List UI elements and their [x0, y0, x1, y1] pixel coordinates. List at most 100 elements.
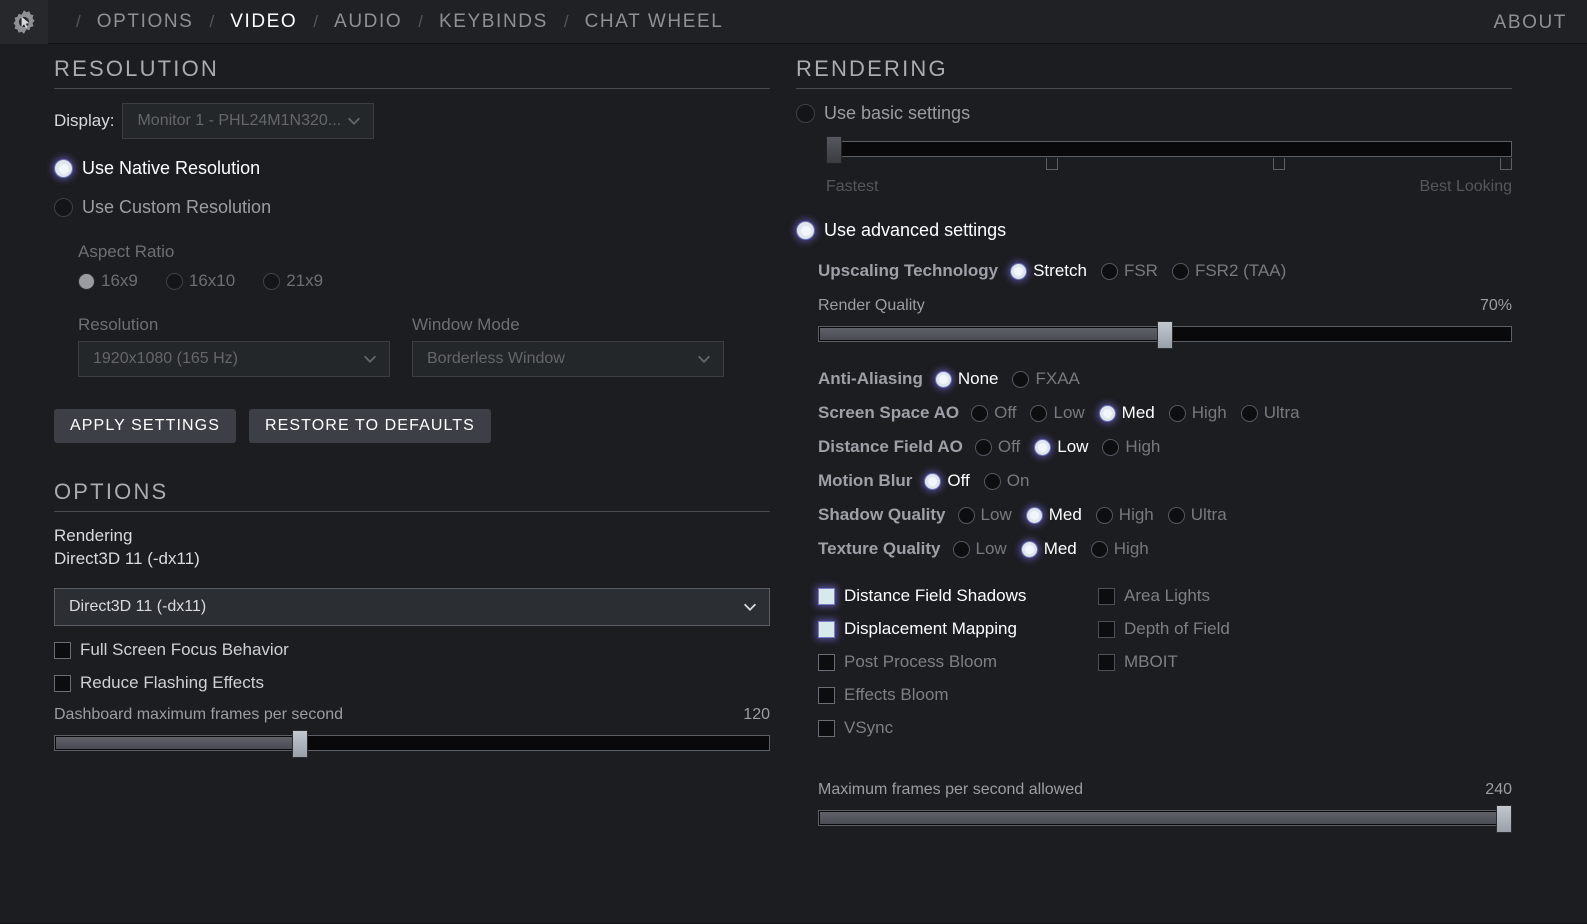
screen-space-ao-low-radio[interactable]: [1030, 404, 1048, 422]
aspect-16x9-radio[interactable]: [78, 272, 95, 290]
distance-field-ao-low-radio[interactable]: [1034, 438, 1052, 456]
upscaling-stretch-radio[interactable]: [1010, 262, 1028, 280]
use-custom-resolution-radio[interactable]: [54, 198, 73, 217]
vsync-checkbox-row[interactable]: VSync: [818, 718, 1098, 738]
motion-blur-option-on[interactable]: On: [983, 471, 1029, 491]
aspect-option-16x10[interactable]: 16x10: [165, 271, 235, 291]
upscaling-fsr-radio[interactable]: [1100, 262, 1118, 280]
upscaling-fsr2-radio[interactable]: [1171, 262, 1189, 280]
effects-bloom-checkbox-row[interactable]: Effects Bloom: [818, 685, 1098, 705]
texture-quality-option-low[interactable]: Low: [952, 539, 1007, 559]
basic-quality-slider-thumb[interactable]: [826, 136, 842, 164]
use-custom-resolution-row[interactable]: Use Custom Resolution: [54, 197, 770, 218]
reduce-flashing-effects-checkbox[interactable]: [54, 674, 71, 692]
dashboard-fps-slider[interactable]: [54, 730, 770, 758]
upscaling-option-fsr2[interactable]: FSR2 (TAA): [1171, 261, 1286, 281]
use-native-resolution-radio[interactable]: [54, 159, 73, 178]
nav-tab-video[interactable]: VIDEO: [228, 7, 299, 37]
aspect-16x10-radio[interactable]: [165, 272, 183, 290]
max-fps-slider-thumb[interactable]: [1496, 805, 1512, 833]
dashboard-fps-slider-thumb[interactable]: [292, 730, 308, 758]
shadow-quality-option-low[interactable]: Low: [957, 505, 1012, 525]
shadow-quality-option-ultra[interactable]: Ultra: [1167, 505, 1227, 525]
displacement-mapping-checkbox-row[interactable]: Displacement Mapping: [818, 619, 1098, 639]
render-quality-slider-thumb[interactable]: [1157, 321, 1173, 349]
anti-aliasing-option-none[interactable]: None: [934, 369, 998, 389]
screen-space-ao-option-med[interactable]: Med: [1098, 403, 1155, 423]
max-fps-slider[interactable]: [818, 805, 1512, 833]
mboit-checkbox[interactable]: [1098, 653, 1115, 671]
distance-field-ao-option-low[interactable]: Low: [1034, 437, 1088, 457]
shadow-quality-med-radio[interactable]: [1025, 506, 1043, 524]
use-basic-settings-row[interactable]: Use basic settings: [796, 103, 1512, 124]
post-process-bloom-checkbox[interactable]: [818, 653, 835, 671]
mboit-checkbox-row[interactable]: MBOIT: [1098, 652, 1358, 672]
screen-space-ao-option-ultra[interactable]: Ultra: [1240, 403, 1300, 423]
nav-tab-about[interactable]: ABOUT: [1494, 12, 1567, 34]
screen-space-ao-high-radio[interactable]: [1168, 404, 1186, 422]
distance-field-shadows-checkbox[interactable]: [818, 587, 835, 605]
effects-bloom-checkbox[interactable]: [818, 686, 835, 704]
nav-tab-chat-wheel[interactable]: CHAT WHEEL: [583, 7, 726, 37]
texture-quality-low-radio[interactable]: [952, 540, 970, 558]
reduce-flashing-effects-checkbox-row[interactable]: Reduce Flashing Effects: [54, 673, 770, 693]
texture-quality-high-radio[interactable]: [1090, 540, 1108, 558]
aspect-option-16x9[interactable]: 16x9: [78, 271, 138, 291]
full-screen-focus-behavior-checkbox[interactable]: [54, 641, 71, 659]
use-native-resolution-row[interactable]: Use Native Resolution: [54, 158, 770, 179]
shadow-quality-ultra-radio[interactable]: [1167, 506, 1185, 524]
area-lights-checkbox-row[interactable]: Area Lights: [1098, 586, 1358, 606]
full-screen-focus-behavior-checkbox-row[interactable]: Full Screen Focus Behavior: [54, 640, 770, 660]
settings-gear-button[interactable]: [0, 0, 48, 44]
screen-space-ao-med-radio[interactable]: [1098, 404, 1116, 422]
shadow-quality-high-radio[interactable]: [1095, 506, 1113, 524]
displacement-mapping-checkbox[interactable]: [818, 620, 835, 638]
texture-quality-option-high[interactable]: High: [1090, 539, 1149, 559]
use-advanced-settings-radio[interactable]: [796, 221, 815, 240]
nav-tab-options[interactable]: OPTIONS: [95, 7, 196, 37]
shadow-quality-option-med[interactable]: Med: [1025, 505, 1082, 525]
nav-tab-keybinds[interactable]: KEYBINDS: [437, 7, 550, 37]
rendering-api-select[interactable]: Direct3D 11 (-dx11): [54, 588, 770, 626]
anti-aliasing-none-radio[interactable]: [934, 370, 952, 388]
basic-quality-slider[interactable]: [826, 136, 1512, 170]
shadow-quality-ultra-label: Ultra: [1190, 505, 1227, 524]
screen-space-ao-off-radio[interactable]: [971, 404, 989, 422]
texture-quality-option-med[interactable]: Med: [1020, 539, 1077, 559]
screen-space-ao-ultra-radio[interactable]: [1240, 404, 1258, 422]
post-process-bloom-checkbox-row[interactable]: Post Process Bloom: [818, 652, 1098, 672]
depth-of-field-checkbox[interactable]: [1098, 620, 1115, 638]
restore-to-defaults-button[interactable]: RESTORE TO DEFAULTS: [248, 409, 491, 443]
motion-blur-off-radio[interactable]: [924, 472, 942, 490]
nav-tab-audio[interactable]: AUDIO: [332, 7, 404, 37]
apply-settings-button[interactable]: APPLY SETTINGS: [54, 409, 236, 443]
shadow-quality-option-high[interactable]: High: [1095, 505, 1154, 525]
aspect-21x9-radio[interactable]: [263, 272, 281, 290]
aspect-option-21x9[interactable]: 21x9: [263, 271, 323, 291]
distance-field-ao-option-high[interactable]: High: [1102, 437, 1160, 457]
screen-space-ao-option-high[interactable]: High: [1168, 403, 1227, 423]
distance-field-ao-option-off[interactable]: Off: [974, 437, 1020, 457]
upscaling-option-fsr[interactable]: FSR: [1100, 261, 1158, 281]
shadow-quality-low-radio[interactable]: [957, 506, 975, 524]
screen-space-ao-option-off[interactable]: Off: [971, 403, 1016, 423]
window-mode-select[interactable]: Borderless Window: [412, 341, 724, 377]
motion-blur-option-off[interactable]: Off: [924, 471, 970, 491]
use-basic-settings-radio[interactable]: [796, 104, 815, 123]
depth-of-field-checkbox-row[interactable]: Depth of Field: [1098, 619, 1358, 639]
upscaling-option-stretch[interactable]: Stretch: [1010, 261, 1087, 281]
resolution-select[interactable]: 1920x1080 (165 Hz): [78, 341, 390, 377]
motion-blur-on-radio[interactable]: [983, 472, 1001, 490]
anti-aliasing-fxaa-radio[interactable]: [1012, 370, 1030, 388]
vsync-checkbox[interactable]: [818, 719, 835, 737]
area-lights-checkbox[interactable]: [1098, 587, 1115, 605]
anti-aliasing-option-fxaa[interactable]: FXAA: [1012, 369, 1080, 389]
display-select[interactable]: Monitor 1 - PHL24M1N320...: [122, 103, 375, 139]
render-quality-slider[interactable]: [818, 321, 1512, 349]
distance-field-ao-high-radio[interactable]: [1102, 438, 1120, 456]
distance-field-shadows-checkbox-row[interactable]: Distance Field Shadows: [818, 586, 1098, 606]
use-advanced-settings-row[interactable]: Use advanced settings: [796, 220, 1512, 241]
screen-space-ao-option-low[interactable]: Low: [1030, 403, 1085, 423]
texture-quality-med-radio[interactable]: [1020, 540, 1038, 558]
distance-field-ao-off-radio[interactable]: [974, 438, 992, 456]
